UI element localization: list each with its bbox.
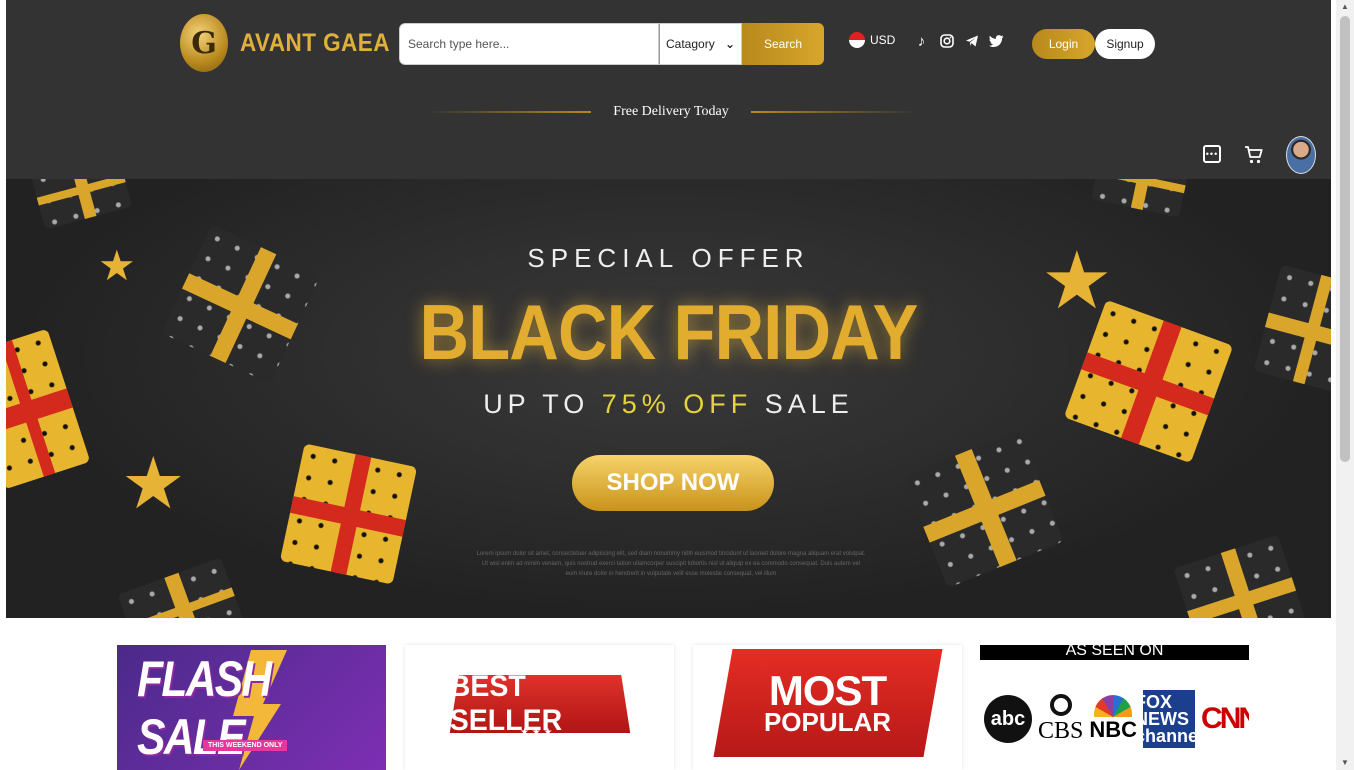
best-seller-title: BEST SELLER xyxy=(449,675,631,733)
login-button[interactable]: Login xyxy=(1032,29,1095,59)
hero-discount: 75% OFF xyxy=(601,389,753,419)
gift-decoration xyxy=(279,443,418,585)
stars-icon: ★ ★ ★ xyxy=(520,727,553,738)
hero-subtitle: UP TO 75% OFF SALE xyxy=(6,389,1331,420)
category-select[interactable]: Catagory ⌄ xyxy=(659,23,742,65)
divider-left xyxy=(426,111,592,113)
hero-fine-print: Lorem ipsum dolor sit amet, consectetuer… xyxy=(476,551,866,577)
gift-decoration xyxy=(29,179,133,230)
cbs-eye-icon xyxy=(1049,693,1072,716)
gift-decoration xyxy=(1173,534,1309,618)
divider-right xyxy=(750,111,916,113)
social-links: ♪ xyxy=(914,32,1004,50)
cnn-logo: CNN xyxy=(1201,702,1249,735)
search-input[interactable] xyxy=(399,23,659,65)
hero-subtitle-prefix: UP TO xyxy=(483,389,602,419)
cart-icon[interactable] xyxy=(1244,145,1264,165)
flash-sale-card[interactable]: FLASH SALE THIS WEEKEND ONLY xyxy=(117,645,386,770)
nbc-logo: NBC xyxy=(1089,695,1137,743)
twitter-icon[interactable] xyxy=(989,32,1004,50)
search-bar: Catagory ⌄ Search xyxy=(399,23,824,65)
peacock-icon xyxy=(1094,695,1133,717)
currency-label: USD xyxy=(870,33,896,47)
flash-sale-subtitle: THIS WEEKEND ONLY xyxy=(203,740,288,751)
brand-logo[interactable]: G AVANT GAEA xyxy=(180,14,407,72)
as-seen-on-card[interactable]: AS SEEN ON abc CBS NBC FOX NEWS channel … xyxy=(980,645,1249,770)
most-popular-line2: POPULAR xyxy=(763,707,892,737)
cbs-label: CBS xyxy=(1038,717,1084,744)
gift-decoration xyxy=(1090,179,1192,218)
fox-news-logo: FOX NEWS channel xyxy=(1135,690,1203,748)
hero-kicker: SPECIAL OFFER xyxy=(527,243,810,273)
gift-decoration xyxy=(903,429,1064,589)
abc-logo: abc xyxy=(984,695,1032,743)
star-decoration: ★ xyxy=(121,444,186,524)
delivery-text: Free Delivery Today xyxy=(613,104,729,119)
chat-icon[interactable]: ••• xyxy=(1203,145,1221,163)
instagram-icon[interactable] xyxy=(939,32,954,50)
brand-name: AVANT GAEA xyxy=(240,28,390,57)
page: G AVANT GAEA Catagory ⌄ Search USD ♪ xyxy=(0,0,1336,770)
logo-mark-icon: G xyxy=(180,14,228,72)
telegram-icon[interactable] xyxy=(964,32,979,50)
flag-icon xyxy=(849,32,865,48)
site-header: G AVANT GAEA Catagory ⌄ Search USD ♪ xyxy=(6,0,1331,179)
fox-news-label: FOX NEWS channel xyxy=(1135,691,1204,746)
category-select-value: Catagory xyxy=(666,37,715,51)
vertical-scrollbar[interactable]: ▲ ▼ xyxy=(1336,0,1354,770)
as-seen-on-title: AS SEEN ON xyxy=(980,645,1249,660)
scrollbar-thumb[interactable] xyxy=(1340,16,1350,462)
hero-banner[interactable]: ★ ★ ★ SPECIAL OFFER BLACK FRIDAY UP TO 7… xyxy=(6,179,1331,618)
cbs-logo: CBS xyxy=(1038,693,1084,745)
scroll-down-icon[interactable]: ▼ xyxy=(1336,756,1354,770)
nbc-label: NBC xyxy=(1089,717,1138,742)
best-seller-card[interactable]: BEST SELLER ★ ★ ★ xyxy=(405,645,674,770)
currency-selector[interactable]: USD xyxy=(849,32,895,48)
shop-now-button[interactable]: SHOP NOW xyxy=(572,455,774,511)
avatar[interactable] xyxy=(1286,136,1316,174)
delivery-banner: Free Delivery Today xyxy=(426,100,916,124)
gift-decoration xyxy=(117,557,245,618)
scroll-up-icon[interactable]: ▲ xyxy=(1336,0,1354,14)
hero-title: BLACK FRIDAY xyxy=(419,288,919,376)
search-button[interactable]: Search xyxy=(742,23,824,65)
hero-subtitle-suffix: SALE xyxy=(752,389,854,419)
media-logos: abc CBS NBC FOX NEWS channel CNN xyxy=(984,690,1249,748)
gift-decoration xyxy=(1253,264,1331,394)
tiktok-icon[interactable]: ♪ xyxy=(914,32,929,50)
signup-button[interactable]: Signup xyxy=(1095,29,1155,59)
chevron-down-icon: ⌄ xyxy=(724,37,735,51)
most-popular-card[interactable]: MOST POPULAR xyxy=(693,645,962,770)
